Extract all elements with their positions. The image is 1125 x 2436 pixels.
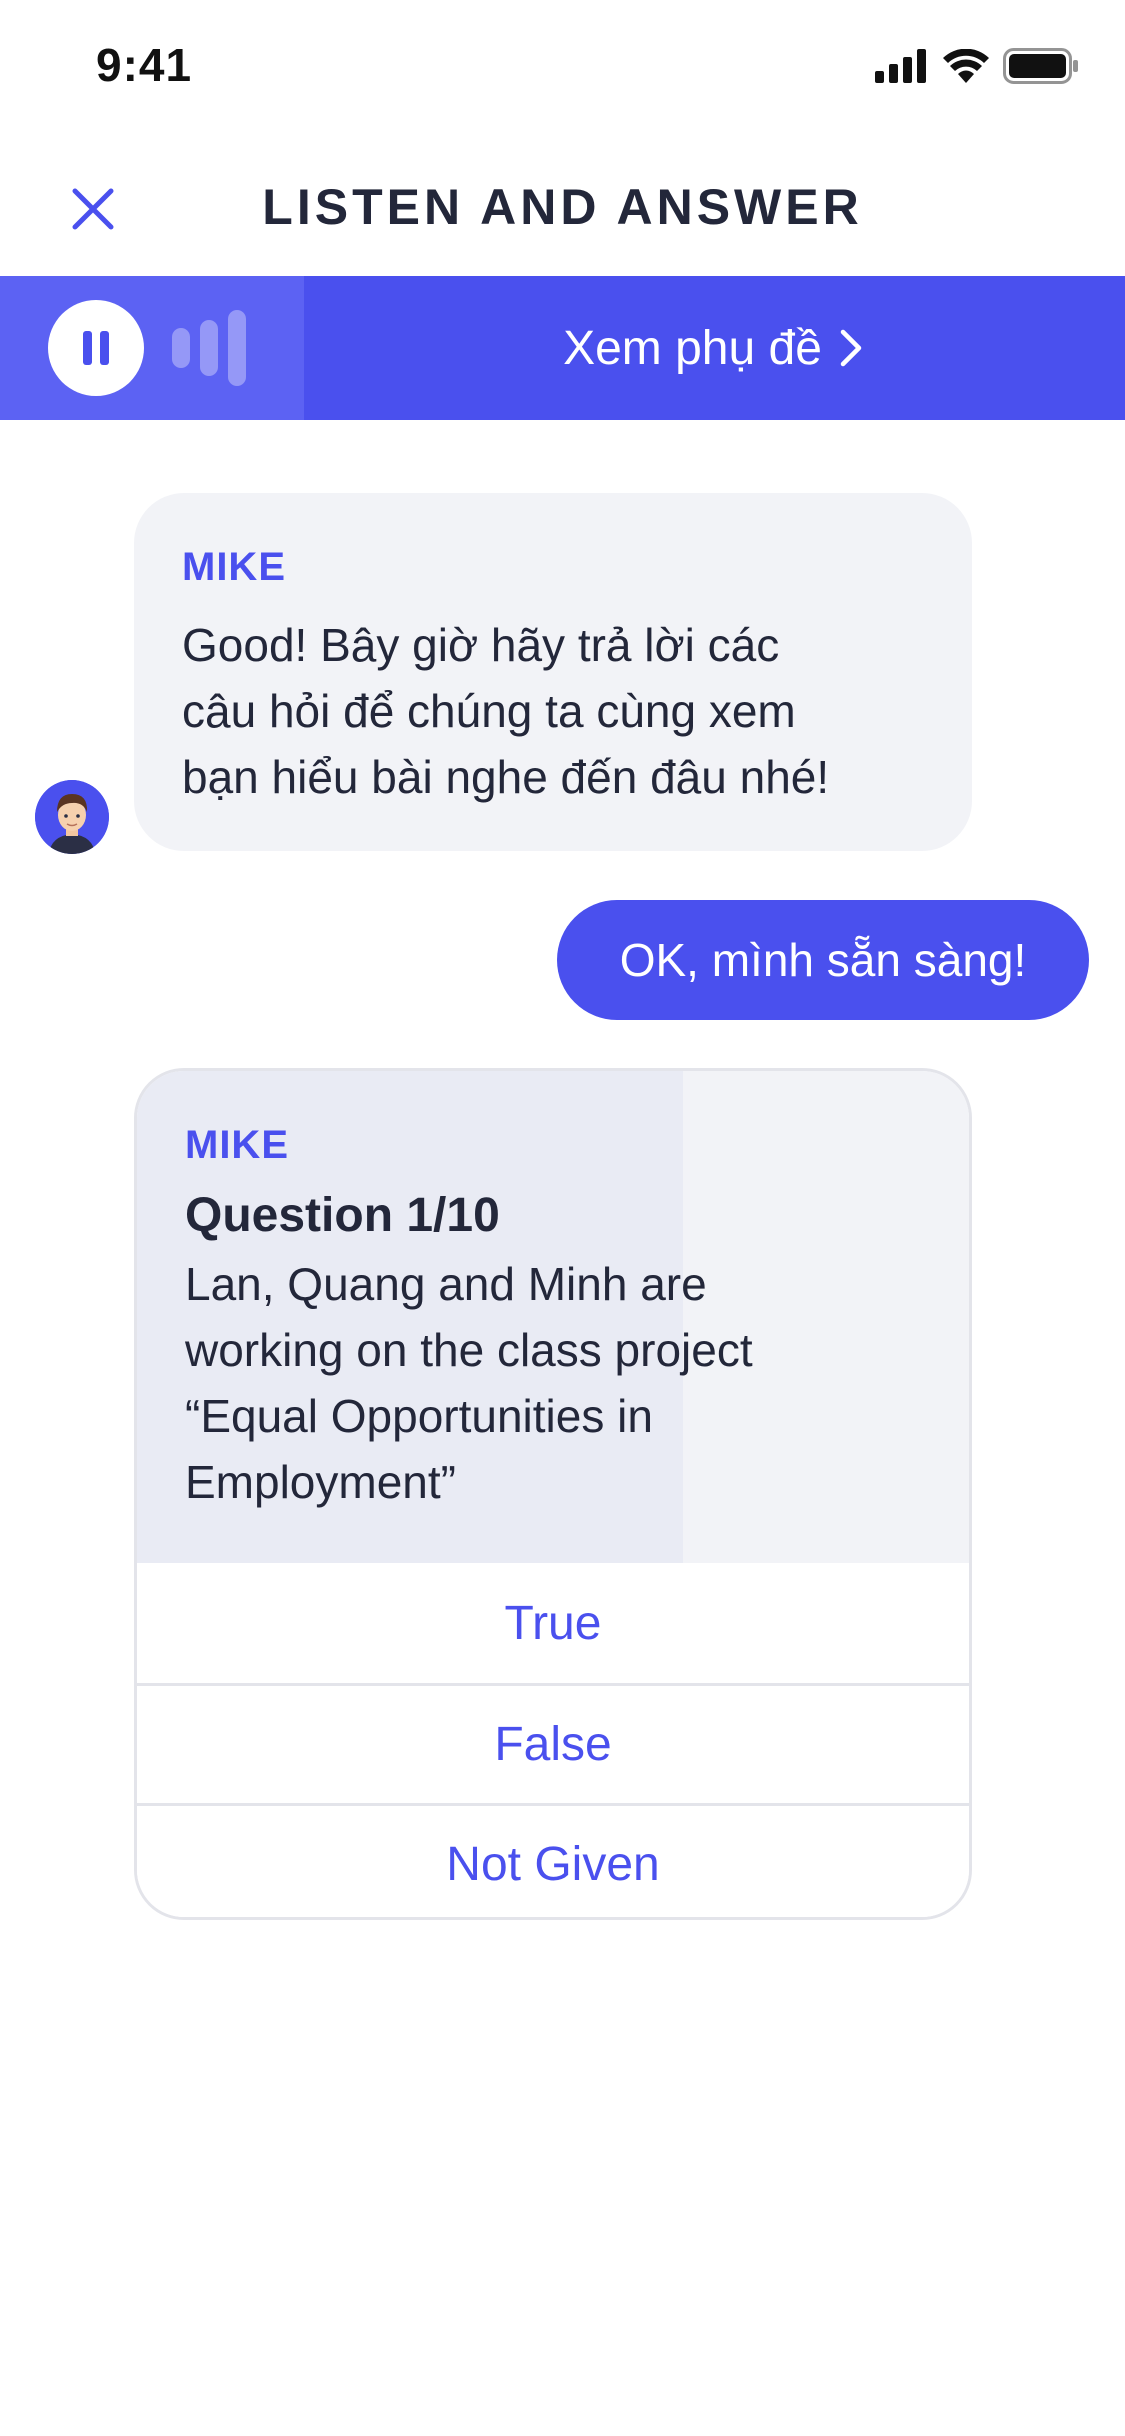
audio-player-bar: Xem phụ đề — [0, 276, 1125, 420]
view-subtitles-label: Xem phụ đề — [563, 321, 822, 375]
question-line: working on the class project — [185, 1324, 753, 1376]
question-line: Lan, Quang and Minh are — [185, 1258, 707, 1310]
message-line: Good! Bây giờ hãy trả lời các — [182, 619, 780, 671]
status-icons — [875, 47, 1079, 89]
wifi-icon — [943, 48, 989, 88]
answer-options: True False Not Given — [137, 1563, 969, 1917]
bot-message-bubble: MIKE Good! Bây giờ hãy trả lời các câu h… — [134, 493, 972, 851]
bot-message-text: Good! Bây giờ hãy trả lời các câu hỏi để… — [182, 612, 920, 810]
question-number: Question 1/10 — [185, 1189, 500, 1242]
question-line: Employment” — [185, 1456, 456, 1508]
header: LISTEN AND ANSWER — [0, 140, 1125, 276]
question-text: Lan, Quang and Minh are working on the c… — [185, 1251, 921, 1515]
audio-progress[interactable] — [0, 276, 304, 420]
status-bar: 9:41 — [0, 0, 1125, 140]
listen-and-answer-screen: 9:41 LISTEN AND ANSWER Xem phụ đề MIKE G… — [0, 0, 1125, 2436]
question-card: MIKE Question 1/10 Lan, Quang and Minh a… — [134, 1068, 972, 1920]
option-false[interactable]: False — [137, 1683, 969, 1803]
question-bubble: MIKE Question 1/10 Lan, Quang and Minh a… — [137, 1071, 969, 1563]
message-line: câu hỏi để chúng ta cùng xem — [182, 685, 796, 737]
option-true[interactable]: True — [137, 1563, 969, 1683]
audio-waveform-icon — [172, 310, 246, 386]
chevron-right-icon — [840, 329, 862, 367]
page-title: LISTEN AND ANSWER — [262, 179, 863, 235]
battery-icon — [1003, 47, 1079, 89]
message-line: bạn hiểu bài nghe đến đâu nhé! — [182, 751, 830, 803]
pause-button[interactable] — [48, 300, 144, 396]
view-subtitles-button[interactable]: Xem phụ đề — [300, 276, 1125, 420]
status-time: 9:41 — [96, 39, 193, 91]
avatar — [35, 780, 109, 854]
option-not-given[interactable]: Not Given — [137, 1803, 969, 1917]
user-message-bubble: OK, mình sẵn sàng! — [557, 900, 1089, 1020]
question-content: MIKE Question 1/10 Lan, Quang and Minh a… — [185, 1123, 921, 1515]
pause-icon — [79, 331, 113, 365]
question-line: “Equal Opportunities in — [185, 1390, 653, 1442]
sender-name: MIKE — [182, 545, 286, 589]
signal-icon — [875, 48, 929, 88]
sender-name: MIKE — [185, 1123, 289, 1167]
